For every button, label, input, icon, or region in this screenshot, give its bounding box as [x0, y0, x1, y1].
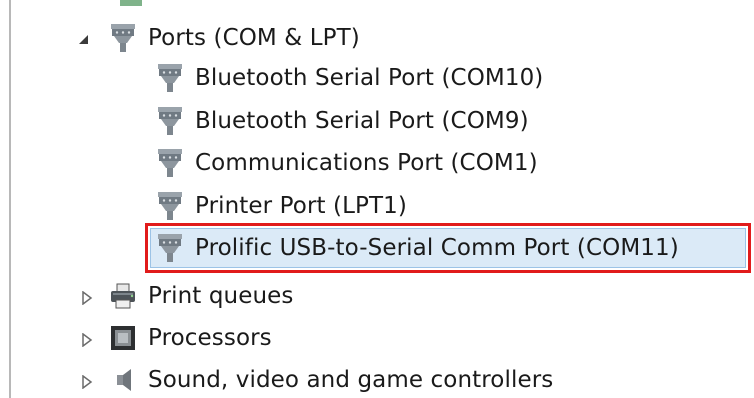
serial-port-icon: [155, 62, 185, 94]
serial-port-icon: [155, 147, 185, 179]
collapse-arrow-icon[interactable]: [76, 32, 90, 46]
tree-node-label: Processors: [148, 325, 272, 351]
tree-node-port-lpt1[interactable]: Printer Port (LPT1): [155, 186, 407, 226]
tree-node-ports[interactable]: Ports (COM & LPT): [108, 18, 360, 58]
red-annotation-box: [145, 223, 751, 273]
expand-arrow-icon[interactable]: [80, 375, 94, 389]
tree-node-label: Bluetooth Serial Port (COM9): [195, 108, 529, 134]
tree-node-label: Print queues: [148, 283, 294, 309]
partial-device-icon: [120, 0, 142, 6]
tree-node-label: Sound, video and game controllers: [148, 367, 554, 393]
expand-arrow-icon[interactable]: [80, 333, 94, 347]
serial-port-icon: [108, 22, 138, 54]
tree-node-port-com9[interactable]: Bluetooth Serial Port (COM9): [155, 101, 529, 141]
tree-node-label: Communications Port (COM1): [195, 150, 538, 176]
printer-icon: [108, 280, 138, 312]
tree-node-port-com1[interactable]: Communications Port (COM1): [155, 143, 538, 183]
serial-port-icon: [155, 105, 185, 137]
speaker-icon: [108, 364, 138, 396]
tree-node-label: Printer Port (LPT1): [195, 193, 407, 219]
tree-node-label: Ports (COM & LPT): [148, 25, 360, 51]
tree-node-processors[interactable]: Processors: [108, 318, 272, 358]
tree-node-sound[interactable]: Sound, video and game controllers: [108, 360, 553, 398]
processor-icon: [108, 322, 138, 354]
tree-node-label: Bluetooth Serial Port (COM10): [195, 65, 544, 91]
serial-port-icon: [155, 190, 185, 222]
tree-node-print-queues[interactable]: Print queues: [108, 276, 293, 316]
tree-left-border: [9, 0, 11, 398]
expand-arrow-icon[interactable]: [80, 291, 94, 305]
tree-node-port-com10[interactable]: Bluetooth Serial Port (COM10): [155, 58, 543, 98]
device-manager-tree: Ports (COM & LPT) Bluetooth Serial Port …: [0, 0, 754, 398]
